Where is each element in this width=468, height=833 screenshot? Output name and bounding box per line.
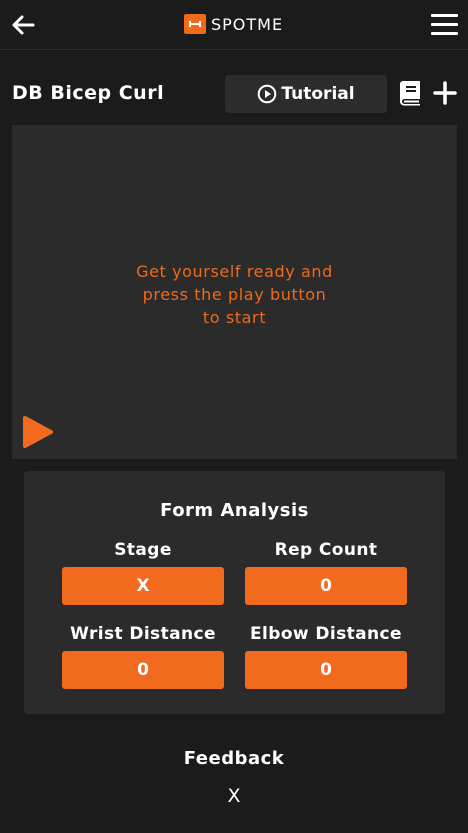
video-message-line: to start bbox=[202, 308, 267, 327]
elbow-distance-label: Elbow Distance bbox=[250, 624, 402, 644]
book-icon bbox=[400, 81, 420, 106]
video-area[interactable]: Get yourself ready and press the play bu… bbox=[12, 125, 457, 459]
plus-icon bbox=[433, 81, 457, 105]
back-arrow-icon bbox=[12, 15, 35, 35]
play-icon bbox=[23, 416, 53, 448]
exercise-title: DB Bicep Curl bbox=[12, 82, 165, 104]
stage-label: Stage bbox=[114, 540, 172, 560]
video-message-line: Get yourself ready and bbox=[136, 262, 333, 281]
stage-value: X bbox=[62, 567, 224, 605]
rep-count-label: Rep Count bbox=[274, 540, 378, 560]
instructions-button[interactable] bbox=[399, 80, 423, 106]
app-logo: SPOTME bbox=[184, 14, 283, 34]
logo-dumbbell-icon bbox=[184, 14, 206, 34]
video-message: Get yourself ready and press the play bu… bbox=[12, 260, 457, 329]
play-circle-icon bbox=[258, 84, 277, 104]
play-button[interactable] bbox=[22, 415, 54, 449]
rep-count-value: 0 bbox=[245, 567, 407, 605]
menu-button[interactable] bbox=[431, 14, 458, 35]
form-analysis-title: Form Analysis bbox=[160, 500, 309, 521]
feedback-title: Feedback bbox=[183, 748, 285, 769]
back-button[interactable] bbox=[8, 10, 38, 40]
logo-text: SPOTME bbox=[211, 14, 284, 34]
tutorial-button[interactable]: Tutorial bbox=[225, 75, 387, 113]
feedback-value: X bbox=[227, 785, 241, 807]
tutorial-label: Tutorial bbox=[281, 84, 355, 104]
wrist-distance-value: 0 bbox=[62, 651, 224, 689]
top-bar: SPOTME bbox=[0, 0, 468, 50]
form-analysis-panel: Form Analysis Stage X Rep Count 0 Wrist … bbox=[24, 471, 445, 714]
elbow-distance-value: 0 bbox=[245, 651, 407, 689]
video-message-line: press the play button bbox=[142, 285, 327, 304]
add-button[interactable] bbox=[433, 81, 457, 105]
wrist-distance-label: Wrist Distance bbox=[70, 624, 216, 644]
